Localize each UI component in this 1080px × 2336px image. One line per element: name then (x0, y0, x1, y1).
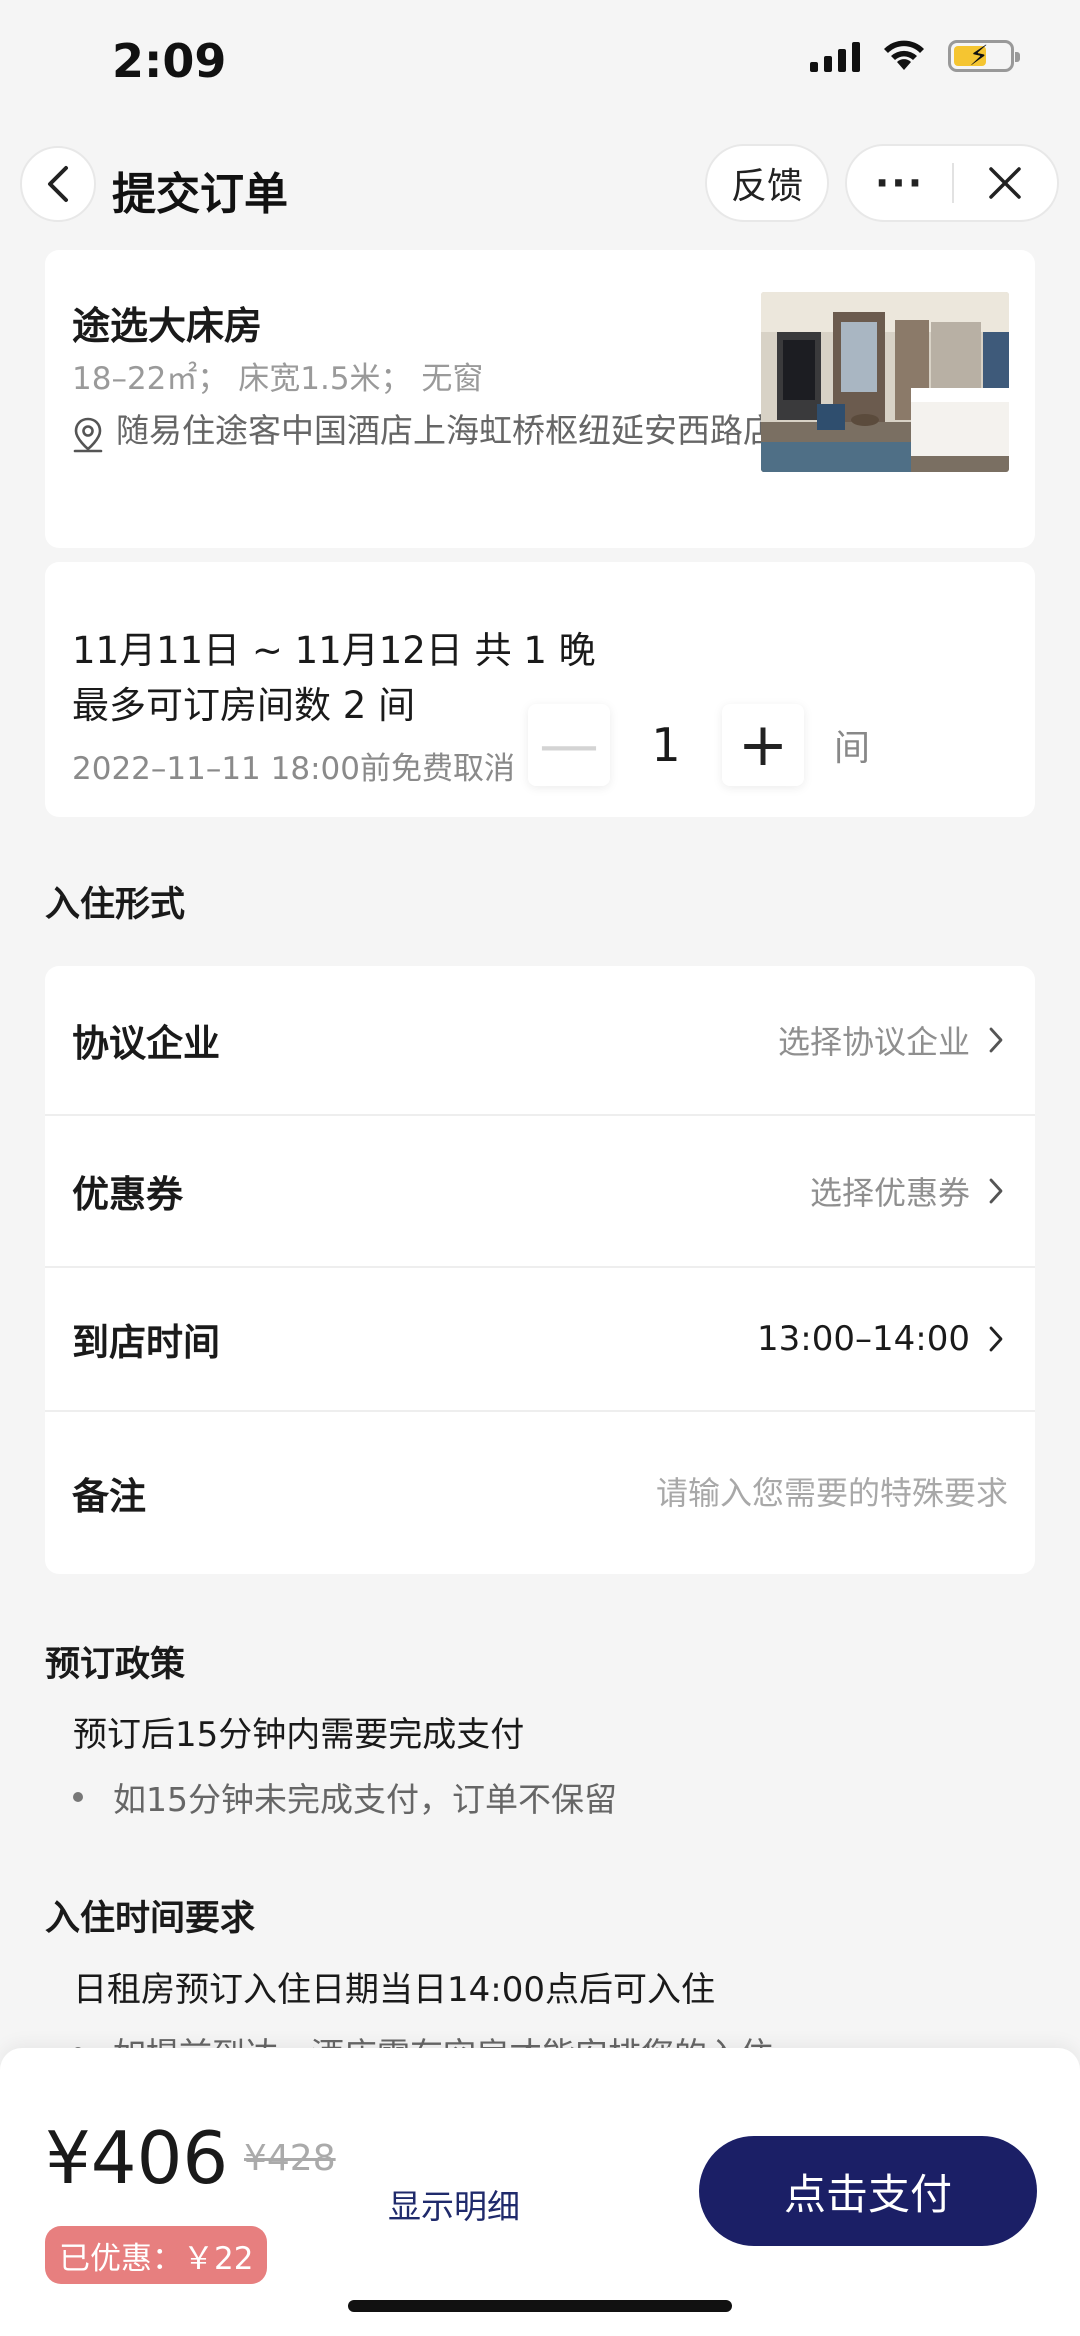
status-icons: ⚡ (810, 39, 1020, 72)
discount-badge: 已优惠：￥22 (45, 2226, 268, 2284)
payment-bar: ¥406 ¥428 显示明细 已优惠：￥22 点击支付 (0, 2048, 1080, 2336)
stay-dates-card: 11月11日 ~ 11月12日 共 1 晚 最多可订房间数 2 间 2022–1… (45, 562, 1035, 817)
battery-icon: ⚡ (948, 39, 1020, 72)
chevron-left-icon (48, 166, 68, 202)
cellular-signal-icon (810, 40, 860, 72)
chevron-right-icon (989, 1178, 1003, 1204)
original-price: ¥428 (244, 2138, 336, 2179)
coupon-row[interactable]: 优惠券 选择优惠券 (45, 1116, 1035, 1268)
checkin-section-title: 入住形式 (45, 885, 186, 925)
remark-row: 备注 (45, 1412, 1035, 1574)
bullet-dot (73, 1792, 83, 1802)
arrival-time-row[interactable]: 到店时间 13:00–14:00 (45, 1268, 1035, 1412)
home-indicator[interactable] (348, 2300, 732, 2312)
mini-program-capsule: ··· (845, 144, 1059, 222)
room-specs: 18–22㎡； 床宽1.5米； 无窗 (72, 361, 484, 397)
location-pin-icon (73, 417, 103, 453)
pay-button[interactable]: 点击支付 (699, 2136, 1037, 2246)
arrival-time-value: 13:00–14:00 (757, 1319, 970, 1359)
feedback-button[interactable]: 反馈 (705, 144, 829, 222)
increase-rooms-button[interactable]: + (722, 704, 804, 786)
max-rooms-note: 最多可订房间数 2 间 (72, 684, 416, 727)
booking-policy-bullet-text: 如15分钟未完成支付，订单不保留 (113, 1780, 617, 1819)
room-quantity-stepper: — 1 + 间 (528, 704, 870, 786)
room-card: 途选大床房 18–22㎡； 床宽1.5米； 无窗 随易住途客中国酒店上海虹桥枢纽… (45, 250, 1035, 548)
booking-policy-title: 预订政策 (45, 1645, 186, 1685)
close-button[interactable] (954, 166, 1057, 200)
booking-policy-bullet: 如15分钟未完成支付，订单不保留 (73, 1773, 617, 1821)
agreement-company-value: 选择协议企业 (777, 1023, 970, 1061)
close-icon (989, 167, 1022, 199)
agreement-company-label: 协议企业 (72, 1022, 220, 1065)
checkin-options-card: 协议企业 选择协议企业 优惠券 选择优惠券 到店时间 13:00–14:00 备… (45, 966, 1035, 1574)
decrease-rooms-button[interactable]: — (528, 704, 610, 786)
checkin-time-title: 入住时间要求 (45, 1899, 256, 1939)
status-time: 2:09 (112, 34, 227, 88)
checkin-time-text: 日租房预订入住日期当日14:00点后可入住 (73, 1970, 715, 2010)
remark-label: 备注 (72, 1475, 146, 1518)
chevron-right-icon (989, 1027, 1003, 1053)
back-button[interactable] (20, 146, 96, 222)
room-name: 途选大床房 (72, 304, 263, 348)
agreement-company-row[interactable]: 协议企业 选择协议企业 (45, 966, 1035, 1116)
status-bar: 2:09 ⚡ (0, 0, 1080, 125)
room-unit-label: 间 (834, 728, 871, 769)
page-title: 提交订单 (112, 169, 288, 220)
total-price: ¥406 (45, 2116, 229, 2200)
booking-policy-text: 预订后15分钟内需要完成支付 (73, 1715, 525, 1755)
show-details-link[interactable]: 显示明细 (388, 2180, 520, 2228)
nav-bar: 提交订单 反馈 ··· (0, 140, 1080, 230)
remark-input[interactable] (628, 1474, 1008, 1512)
coupon-value: 选择优惠券 (809, 1174, 970, 1212)
hotel-address: 随易住途客中国酒店上海虹桥枢纽延安西路店 (72, 406, 792, 458)
coupon-label: 优惠券 (72, 1173, 183, 1216)
room-photo[interactable] (761, 292, 1009, 472)
free-cancel-note: 2022–11–11 18:00前免费取消 (72, 751, 515, 787)
chevron-right-icon (989, 1326, 1003, 1352)
more-button[interactable]: ··· (847, 161, 952, 205)
room-quantity-value: 1 (651, 718, 681, 772)
room-photo-image (761, 292, 1009, 472)
stay-dates: 11月11日 ~ 11月12日 共 1 晚 (72, 629, 596, 672)
arrival-time-label: 到店时间 (72, 1321, 220, 1364)
hotel-address-text: 随易住途客中国酒店上海虹桥枢纽延安西路店 (116, 411, 776, 450)
wifi-icon (884, 40, 924, 70)
